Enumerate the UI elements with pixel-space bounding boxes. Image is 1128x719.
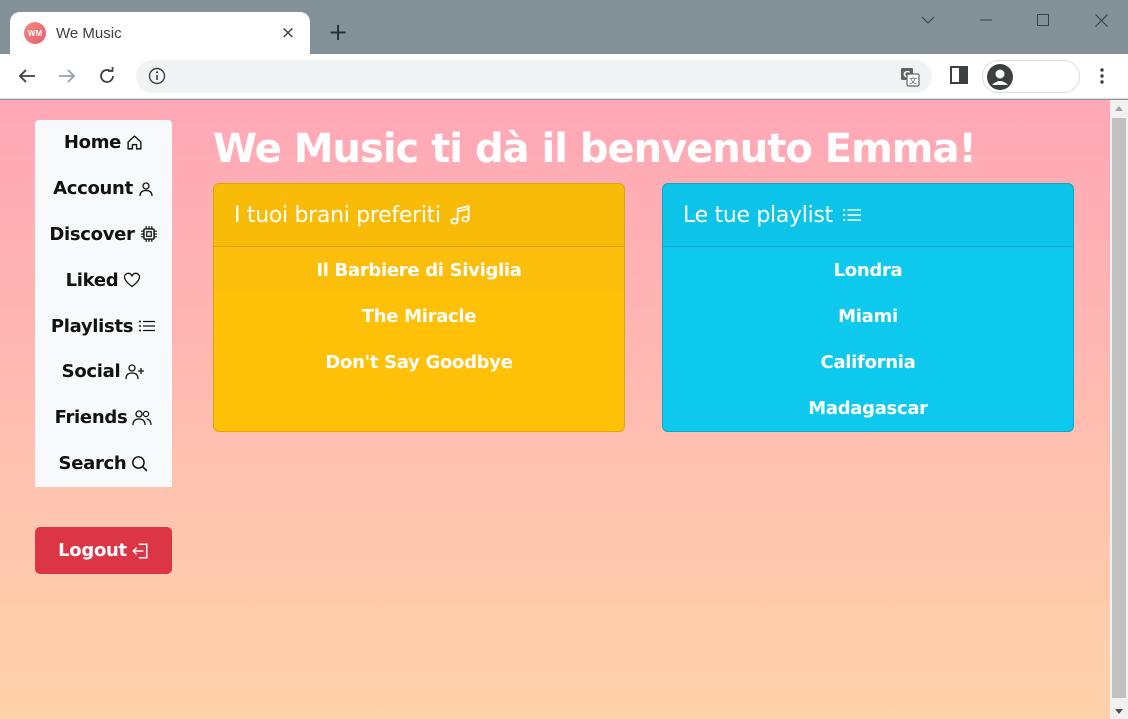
logout-label: Logout bbox=[58, 540, 127, 561]
list-item[interactable]: California bbox=[663, 339, 1073, 385]
favorites-title: I tuoi brani preferiti bbox=[234, 202, 441, 228]
sidebar-item-label: Account bbox=[53, 178, 133, 200]
close-window-icon[interactable] bbox=[1081, 6, 1121, 34]
people-icon bbox=[132, 410, 152, 426]
search-icon bbox=[132, 456, 148, 472]
sidebar-item-discover[interactable]: Discover bbox=[35, 212, 172, 258]
sidebar-item-label: Playlists bbox=[50, 315, 134, 337]
list-item[interactable]: Don't Say Goodbye bbox=[214, 339, 624, 385]
page-viewport: Home Account Discover Liked Playlists So… bbox=[0, 100, 1110, 719]
person-icon bbox=[139, 182, 153, 196]
favorites-list: Il Barbiere di Siviglia The Miracle Don'… bbox=[214, 247, 624, 385]
favorites-card-header: I tuoi brani preferiti bbox=[214, 184, 624, 247]
reload-icon[interactable] bbox=[93, 62, 121, 90]
list-item[interactable]: The Miracle bbox=[214, 293, 624, 339]
list-item[interactable]: Madagascar bbox=[663, 385, 1073, 431]
sidebar-item-label: Friends bbox=[54, 407, 128, 429]
browser-tab[interactable]: WM We Music × bbox=[10, 12, 310, 54]
forward-arrow-icon[interactable] bbox=[53, 62, 81, 90]
box-arrow-left-icon bbox=[132, 543, 148, 558]
playlists-card-header: Le tue playlist bbox=[663, 184, 1073, 247]
sidebar-item-liked[interactable]: Liked bbox=[35, 257, 172, 303]
side-panel-icon[interactable] bbox=[948, 64, 970, 90]
house-icon bbox=[127, 135, 142, 150]
page-scrollbar[interactable] bbox=[1110, 100, 1128, 719]
logout-button[interactable]: Logout bbox=[35, 527, 172, 574]
sidebar-item-social[interactable]: Social bbox=[35, 349, 172, 395]
back-arrow-icon[interactable] bbox=[13, 62, 41, 90]
list-item[interactable]: Londra bbox=[663, 247, 1073, 293]
sidebar-item-label: Discover bbox=[49, 223, 135, 245]
sidebar-item-home[interactable]: Home bbox=[35, 120, 172, 166]
translate-icon[interactable]: G文 bbox=[900, 67, 920, 91]
list-icon bbox=[842, 208, 861, 222]
music-note-icon bbox=[450, 205, 470, 225]
sidebar-item-label: Home bbox=[63, 132, 122, 154]
sidebar-item-account[interactable]: Account bbox=[35, 166, 172, 212]
list-item[interactable]: Miami bbox=[663, 293, 1073, 339]
scrollbar-thumb[interactable] bbox=[1112, 118, 1126, 698]
list-item[interactable]: Il Barbiere di Siviglia bbox=[214, 247, 624, 293]
heart-icon bbox=[124, 272, 141, 288]
sidebar-item-search[interactable]: Search bbox=[35, 441, 172, 487]
browser-titlebar: WM We Music × + bbox=[0, 0, 1128, 54]
playlists-title: Le tue playlist bbox=[683, 202, 833, 228]
list-icon bbox=[139, 320, 156, 332]
tab-title: We Music bbox=[56, 24, 122, 42]
tab-close-icon[interactable]: × bbox=[278, 23, 298, 43]
scroll-down-arrow-icon[interactable] bbox=[1110, 703, 1128, 719]
browser-toolbar: G文 bbox=[0, 54, 1128, 99]
minimize-icon[interactable] bbox=[966, 6, 1006, 34]
sidebar-nav: Home Account Discover Liked Playlists So… bbox=[35, 120, 172, 487]
sidebar-item-friends[interactable]: Friends bbox=[35, 395, 172, 441]
welcome-heading: We Music ti dà il benvenuto Emma! bbox=[213, 126, 977, 172]
svg-text:文: 文 bbox=[909, 76, 917, 86]
person-plus-icon bbox=[125, 364, 145, 380]
playlists-list: Londra Miami California Madagascar bbox=[663, 247, 1073, 431]
address-bar[interactable]: G文 bbox=[136, 60, 932, 93]
favorites-card: I tuoi brani preferiti Il Barbiere di Si… bbox=[213, 183, 625, 432]
profile-button[interactable] bbox=[982, 60, 1080, 93]
scroll-up-arrow-icon[interactable] bbox=[1110, 100, 1128, 116]
new-tab-button[interactable]: + bbox=[324, 18, 352, 46]
sidebar-item-label: Social bbox=[61, 361, 121, 383]
sidebar-item-label: Search bbox=[58, 452, 127, 474]
site-info-icon[interactable] bbox=[148, 67, 166, 89]
maximize-icon[interactable] bbox=[1023, 6, 1063, 34]
browser-menu-icon[interactable] bbox=[1092, 64, 1112, 88]
sidebar-item-label: Liked bbox=[65, 269, 119, 291]
tab-search-chevron-icon[interactable] bbox=[908, 6, 948, 34]
tab-favicon: WM bbox=[24, 22, 46, 44]
sidebar-item-playlists[interactable]: Playlists bbox=[35, 303, 172, 349]
playlists-card: Le tue playlist Londra Miami California … bbox=[662, 183, 1074, 432]
profile-avatar-icon bbox=[987, 64, 1013, 90]
cpu-icon bbox=[140, 226, 157, 243]
